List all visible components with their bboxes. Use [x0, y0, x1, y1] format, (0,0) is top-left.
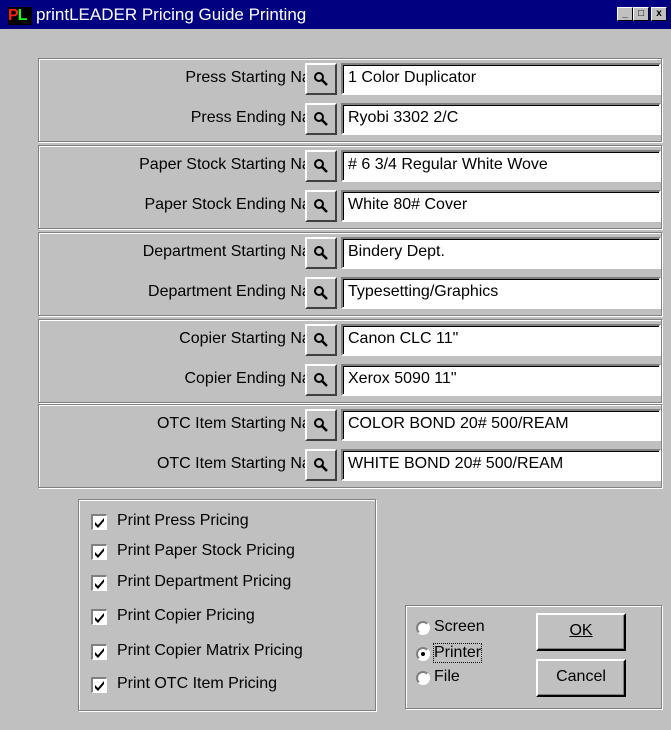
otc-start-lookup-button[interactable] [305, 409, 337, 441]
magnifier-icon [314, 418, 328, 432]
close-icon: x [656, 8, 662, 19]
magnifier-icon [314, 286, 328, 300]
title-bar[interactable]: PL printLEADER Pricing Guide Printing _ … [0, 0, 671, 29]
magnifier-icon [314, 199, 328, 213]
radio-button[interactable] [416, 671, 430, 685]
maximize-icon: □ [637, 8, 645, 19]
checkmark-icon [95, 648, 104, 658]
copier-end-lookup-button[interactable] [305, 364, 337, 396]
checkmark-icon [95, 613, 104, 623]
copier-start-lookup-button[interactable] [305, 324, 337, 356]
magnifier-icon [314, 458, 328, 472]
magnifier-icon [314, 112, 328, 126]
checkbox-label: Print OTC Item Pricing [117, 675, 278, 692]
checkbox-box[interactable] [91, 609, 107, 625]
paper-start-field[interactable]: # 6 3/4 Regular White Wove [341, 150, 661, 182]
press-end-lookup-button[interactable] [305, 103, 337, 135]
press-end-field[interactable]: Ryobi 3302 2/C [341, 103, 661, 135]
checkmark-icon [95, 681, 104, 691]
close-button[interactable]: x [651, 7, 667, 21]
radio-button[interactable] [416, 621, 430, 635]
department-start-field[interactable]: Bindery Dept. [341, 237, 661, 269]
copier-end-row: Copier Ending Name Xerox 5090 11" [39, 364, 663, 396]
checkbox-label: Print Copier Pricing [117, 607, 255, 624]
department-end-row: Department Ending Name Typesetting/Graph… [39, 277, 663, 309]
checkbox-label: Print Department Pricing [117, 573, 292, 590]
copier-end-field[interactable]: Xerox 5090 11" [341, 364, 661, 396]
minimize-icon: _ [622, 8, 628, 19]
copier-group: Copier Starting Name Canon CLC 11" Copie… [38, 319, 662, 403]
otc-end-row: OTC Item Starting Name WHITE BOND 20# 50… [39, 449, 663, 481]
output-destination-group: Screen Printer File OK Cancel [405, 605, 662, 709]
department-group: Department Starting Name Bindery Dept. D… [38, 232, 662, 316]
checkbox-box[interactable] [91, 644, 107, 660]
checkmark-icon [95, 518, 104, 528]
print-options-group: Print Press Pricing Print Paper Stock Pr… [78, 499, 376, 711]
otc-start-field[interactable]: COLOR BOND 20# 500/REAM [341, 409, 661, 441]
pricing-guide-dialog: PL printLEADER Pricing Guide Printing _ … [0, 0, 671, 730]
cancel-button[interactable]: Cancel [536, 659, 626, 697]
otc-item-group: OTC Item Starting Name COLOR BOND 20# 50… [38, 404, 662, 488]
radio-selected-dot [421, 652, 425, 656]
checkmark-icon [95, 579, 104, 589]
checkbox-box[interactable] [91, 575, 107, 591]
otc-start-row: OTC Item Starting Name COLOR BOND 20# 50… [39, 409, 663, 441]
ok-button-label: OK [569, 622, 593, 639]
copier-start-row: Copier Starting Name Canon CLC 11" [39, 324, 663, 356]
checkbox-label: Print Paper Stock Pricing [117, 542, 295, 559]
paper-end-lookup-button[interactable] [305, 190, 337, 222]
copier-start-field[interactable]: Canon CLC 11" [341, 324, 661, 356]
magnifier-icon [314, 333, 328, 347]
magnifier-icon [314, 159, 328, 173]
radio-label: File [434, 668, 460, 685]
otc-end-field[interactable]: WHITE BOND 20# 500/REAM [341, 449, 661, 481]
press-end-row: Press Ending Name Ryobi 3302 2/C [39, 103, 663, 135]
paper-end-field[interactable]: White 80# Cover [341, 190, 661, 222]
press-group: Press Starting Name 1 Color Duplicator P… [38, 58, 662, 142]
radio-label: Screen [434, 618, 485, 635]
magnifier-icon [314, 373, 328, 387]
paper-stock-group: Paper Stock Starting Name # 6 3/4 Regula… [38, 145, 662, 229]
radio-label: Printer [432, 643, 483, 663]
otc-end-lookup-button[interactable] [305, 449, 337, 481]
department-start-row: Department Starting Name Bindery Dept. [39, 237, 663, 269]
magnifier-icon [314, 246, 328, 260]
maximize-button[interactable]: □ [633, 7, 649, 21]
ok-button[interactable]: OK [536, 613, 626, 651]
magnifier-icon [314, 72, 328, 86]
checkbox-box[interactable] [91, 514, 107, 530]
department-end-lookup-button[interactable] [305, 277, 337, 309]
department-start-lookup-button[interactable] [305, 237, 337, 269]
checkbox-label: Print Press Pricing [117, 512, 249, 529]
department-end-field[interactable]: Typesetting/Graphics [341, 277, 661, 309]
paper-end-row: Paper Stock Ending Name White 80# Cover [39, 190, 663, 222]
press-start-field[interactable]: 1 Color Duplicator [341, 63, 661, 95]
press-start-lookup-button[interactable] [305, 63, 337, 95]
checkmark-icon [95, 548, 104, 558]
paper-start-lookup-button[interactable] [305, 150, 337, 182]
paper-start-row: Paper Stock Starting Name # 6 3/4 Regula… [39, 150, 663, 182]
press-start-row: Press Starting Name 1 Color Duplicator [39, 63, 663, 95]
checkbox-box[interactable] [91, 544, 107, 560]
minimize-button[interactable]: _ [617, 7, 633, 21]
printleader-logo: PL [8, 7, 32, 25]
paper-start-label: Paper Stock Starting Name [139, 156, 333, 173]
checkbox-box[interactable] [91, 677, 107, 693]
checkbox-label: Print Copier Matrix Pricing [117, 642, 303, 659]
radio-button[interactable] [416, 647, 430, 661]
window-title: printLEADER Pricing Guide Printing [36, 5, 307, 24]
